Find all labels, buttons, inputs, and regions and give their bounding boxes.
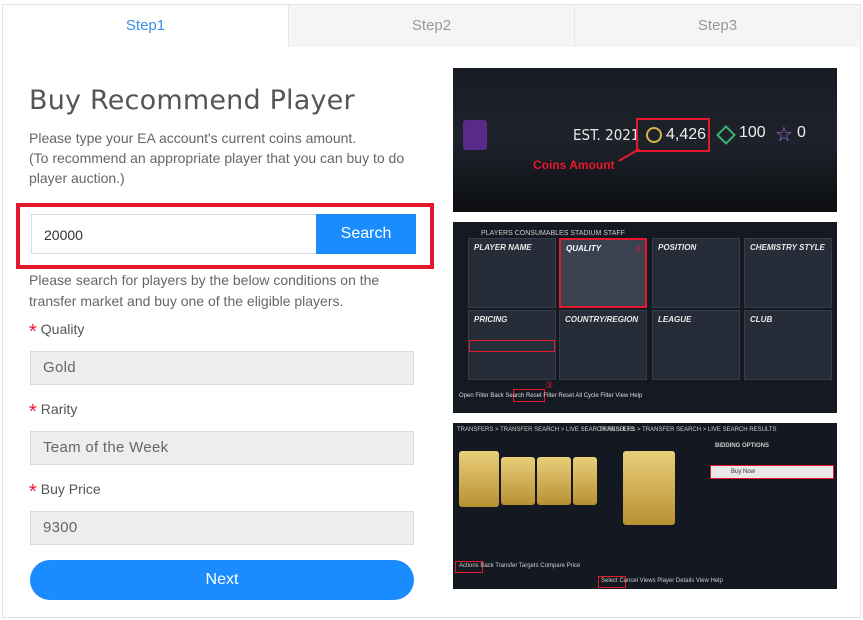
filter-bottom-bar: Open Filter Back Search Reset Filter Res…: [459, 393, 643, 399]
filter-grid: PLAYER NAME QUALITY ① POSITION CHEMISTRY …: [468, 238, 837, 388]
coins-value: 4,426: [666, 126, 707, 143]
player-card: [459, 451, 499, 507]
description-line2: (To recommend an appropriate player that…: [29, 150, 405, 186]
results-screenshot: TRANSFERS > TRANSFER SEARCH > LIVE SEARC…: [453, 423, 837, 589]
filter-cell: CLUB: [744, 310, 832, 380]
player-card: [537, 457, 571, 505]
wizard-frame: Step1 Step2 Step3 Buy Recommend Player P…: [2, 4, 861, 618]
results-bottom-left: Actions Back Transfer Targets Compare Pr…: [459, 563, 581, 569]
coins-screenshot: EST. 2021 4,426 100 ☆ 0 Coins Amount: [453, 68, 837, 212]
rarity-label: * Rarity: [29, 401, 78, 423]
est-label: EST. 2021: [573, 126, 640, 144]
quality-field: Gold: [30, 351, 414, 385]
filter-cell: LEAGUE: [652, 310, 740, 380]
filter-cell: POSITION: [652, 238, 740, 308]
player-card-large: [623, 451, 675, 525]
club-badge-icon: [463, 120, 487, 150]
filter-screenshot: PLAYERS CONSUMABLES STADIUM STAFF PLAYER…: [453, 222, 837, 413]
bidding-options-title: BIDDING OPTIONS: [715, 443, 770, 449]
rarity-field: Team of the Week: [30, 431, 414, 465]
stars-value: 0: [797, 124, 806, 141]
results-bottom-right: Select Cancel Views Player Details View …: [601, 578, 723, 584]
search-highlight-box: 20000 Search: [16, 203, 434, 269]
quality-label: * Quality: [29, 321, 85, 343]
buy-price-field: 9300: [30, 511, 414, 545]
filter-cell: PLAYER NAME: [468, 238, 556, 308]
description-line1: Please type your EA account's current co…: [29, 130, 357, 146]
description: Please type your EA account's current co…: [29, 128, 419, 188]
tab-step1[interactable]: Step1: [3, 5, 288, 47]
star-icon: ☆: [775, 124, 793, 146]
tab-step3[interactable]: Step3: [574, 5, 860, 47]
player-card: [573, 457, 597, 505]
page-title: Buy Recommend Player: [29, 85, 355, 116]
points-value: 100: [739, 124, 766, 141]
tab-step2[interactable]: Step2: [288, 5, 574, 47]
filter-cell: CHEMISTRY STYLE: [744, 238, 832, 308]
required-icon: *: [29, 401, 37, 423]
results-header-right: TRANSFERS > TRANSFER SEARCH > LIVE SEARC…: [599, 427, 777, 433]
form-panel: Buy Recommend Player Please type your EA…: [16, 85, 434, 600]
required-icon: *: [29, 481, 37, 503]
arrow-icon: [618, 148, 640, 162]
next-button[interactable]: Next: [30, 560, 414, 600]
search-button[interactable]: Search: [316, 214, 416, 254]
coins-input[interactable]: 20000: [31, 214, 316, 254]
coins-highlight-box: 4,426: [636, 118, 710, 152]
buy-price-label: * Buy Price: [29, 481, 101, 503]
step-tabs: Step1 Step2 Step3: [3, 5, 860, 47]
conditions-text: Please search for players by the below c…: [29, 272, 380, 309]
max-price-highlight: [469, 340, 555, 352]
filter-cell-quality: QUALITY ①: [559, 238, 647, 308]
marker-three: ③: [545, 380, 554, 390]
required-icon: *: [29, 321, 37, 343]
coin-icon: [646, 127, 662, 143]
coins-amount-label: Coins Amount: [533, 158, 615, 172]
player-card: [501, 457, 535, 505]
buy-now-option: Buy Now: [710, 465, 834, 479]
filter-cell: COUNTRY/REGION: [559, 310, 647, 380]
points-icon: [716, 125, 736, 145]
